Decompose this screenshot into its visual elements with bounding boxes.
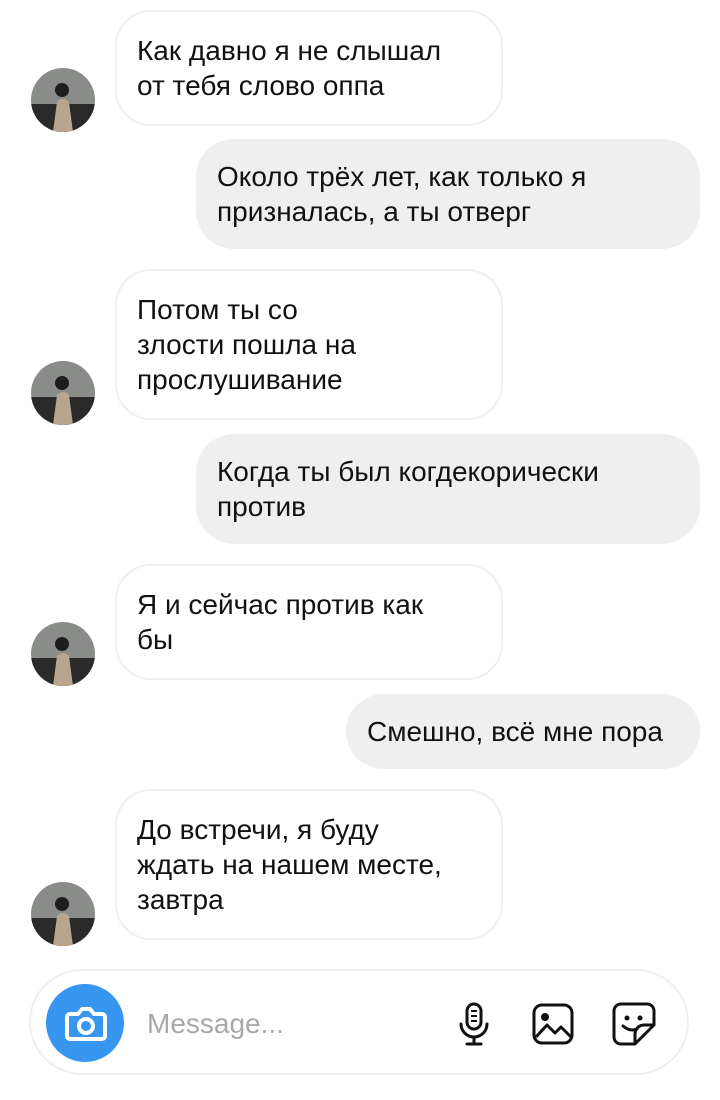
- outgoing-message-bubble[interactable]: Когда ты был когдекорически против: [196, 434, 700, 544]
- gallery-button[interactable]: [529, 999, 579, 1049]
- camera-icon: [65, 1007, 107, 1041]
- microphone-button[interactable]: [449, 999, 499, 1049]
- camera-button[interactable]: [46, 984, 124, 1062]
- avatar-photo: [31, 882, 95, 946]
- gallery-icon: [532, 1003, 574, 1045]
- sticker-button[interactable]: [609, 999, 659, 1049]
- incoming-message-bubble[interactable]: Потом ты со злости пошла на прослушивани…: [115, 269, 503, 420]
- contact-avatar[interactable]: [31, 882, 95, 946]
- contact-avatar[interactable]: [31, 361, 95, 425]
- incoming-message-bubble[interactable]: До встречи, я буду ждать на нашем месте,…: [115, 789, 503, 940]
- contact-avatar[interactable]: [31, 68, 95, 132]
- message-composer: [29, 969, 689, 1075]
- incoming-message-bubble[interactable]: Я и сейчас против как бы: [115, 564, 503, 680]
- sticker-icon: [612, 1002, 656, 1046]
- avatar-photo: [31, 361, 95, 425]
- contact-avatar[interactable]: [31, 622, 95, 686]
- outgoing-message-bubble[interactable]: Смешно, всё мне пора: [346, 694, 700, 769]
- avatar-photo: [31, 622, 95, 686]
- outgoing-message-bubble[interactable]: Около трёх лет, как только я призналась,…: [196, 139, 700, 249]
- microphone-icon: [459, 1002, 489, 1046]
- incoming-message-bubble[interactable]: Как давно я не слышал от тебя слово оппа: [115, 10, 503, 126]
- avatar-photo: [31, 68, 95, 132]
- message-input[interactable]: [147, 1004, 437, 1044]
